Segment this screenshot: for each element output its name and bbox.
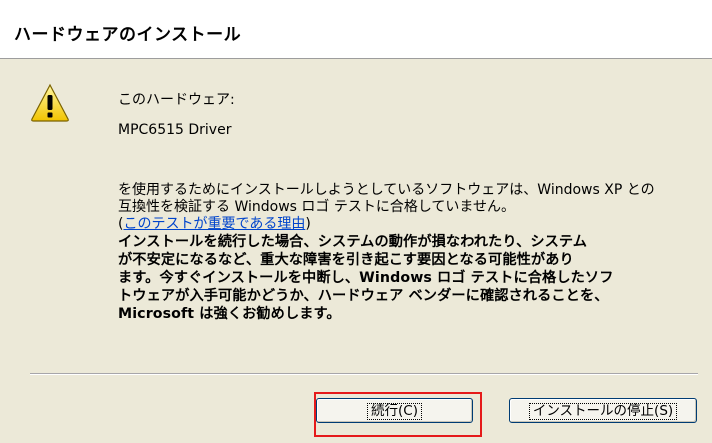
button-separator xyxy=(30,373,698,375)
why-test-important-link[interactable]: このテストが重要である理由 xyxy=(123,216,305,232)
warning-line: Microsoft は強くお勧めします。 xyxy=(118,306,341,322)
warning-line: トウェアが入手可能かどうか、ハードウェア ベンダーに確認されることを、 xyxy=(118,288,609,304)
warning-icon xyxy=(31,83,69,122)
warning-line: ます。今すぐインストールを中断し、Windows ロゴ テストに合格したソフ xyxy=(118,270,614,286)
warning-line: が不安定になるなど、重大な障害を引き起こす要因となる可能性があり xyxy=(118,252,574,268)
stop-install-button[interactable]: インストールの停止(S) xyxy=(509,398,697,423)
dialog-title: ハードウェアのインストール xyxy=(14,25,242,45)
link-close-paren: ) xyxy=(305,216,311,232)
compatibility-message-line1: を使用するためにインストールしようとしているソフトウェアは、Windows XP… xyxy=(118,182,655,198)
continue-button[interactable]: 続行(C) xyxy=(316,398,473,423)
warning-line: インストールを続行した場合、システムの動作が損なわれたり、システム xyxy=(118,234,588,250)
dialog-header: ハードウェアのインストール xyxy=(0,0,712,59)
device-intro-text: このハードウェア: xyxy=(118,92,235,108)
continue-button-label: 続行(C) xyxy=(367,402,422,420)
hardware-install-dialog: ハードウェアのインストール このハードウェア: MPC6515 Driver を… xyxy=(0,0,712,443)
logo-test-link-line: (このテストが重要である理由) xyxy=(118,215,311,233)
warning-message: インストールを続行した場合、システムの動作が損なわれたり、システム が不安定にな… xyxy=(118,233,613,323)
compatibility-message-line2: 互換性を検証する Windows ロゴ テストに合格していません。 xyxy=(118,199,516,215)
device-name: MPC6515 Driver xyxy=(118,122,232,138)
stop-install-button-label: インストールの停止(S) xyxy=(528,402,678,420)
